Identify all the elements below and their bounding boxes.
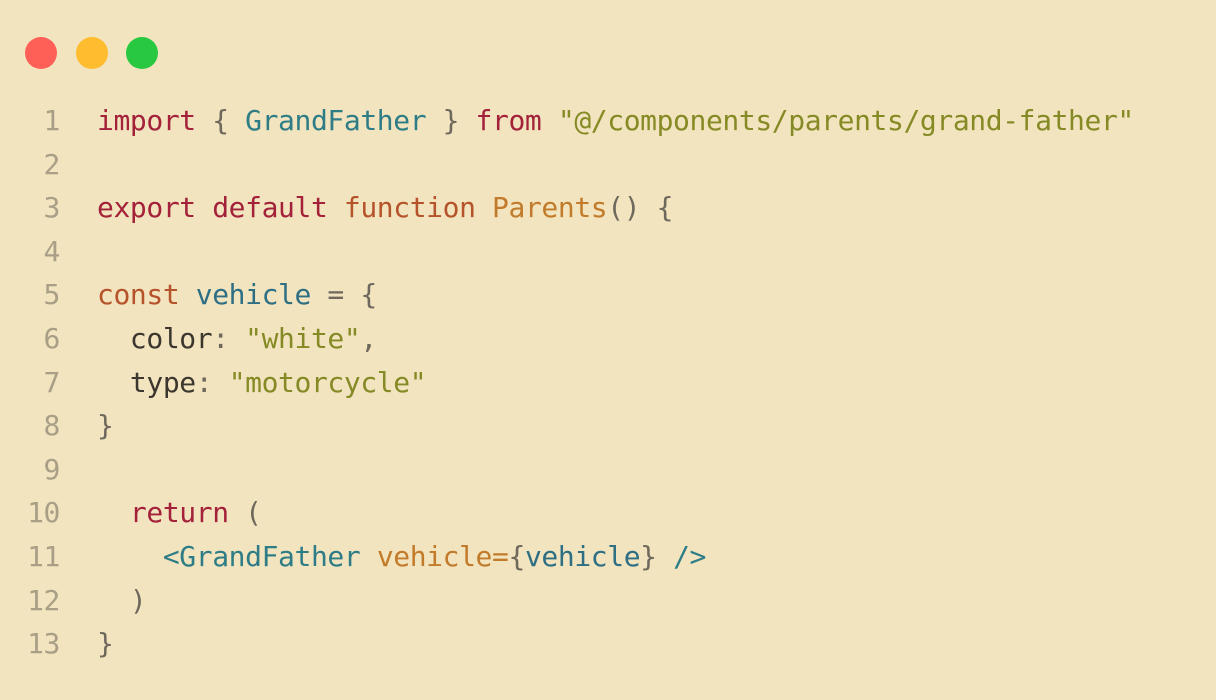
- line-number: 1: [43, 104, 61, 137]
- line-text: ): [97, 579, 147, 623]
- code-token: return: [129, 496, 229, 530]
- line-number: 8: [43, 409, 61, 443]
- line-text: }: [97, 404, 114, 448]
- zoom-dot[interactable]: [126, 37, 158, 69]
- code-token: () {: [607, 191, 674, 225]
- code-token: "@/components/parents/grand-father": [557, 104, 1134, 137]
- code-token: default: [212, 191, 328, 225]
- line-text: type: "motorcycle": [97, 361, 427, 405]
- code-token: function: [343, 191, 476, 225]
- line-text: color: "white",: [97, 317, 377, 361]
- code-token: = {: [310, 278, 377, 312]
- code-token: ,: [360, 321, 377, 355]
- code-token: }: [97, 409, 114, 443]
- code-token: {: [508, 539, 525, 573]
- line-number: 6: [43, 321, 61, 355]
- code-token: <GrandFather: [162, 539, 361, 573]
- line-text: }: [97, 622, 114, 666]
- code-token: }: [640, 539, 657, 573]
- minimize-dot[interactable]: [76, 37, 108, 69]
- line-text: <GrandFather vehicle={vehicle} />: [97, 535, 707, 579]
- code-token: export: [97, 191, 196, 225]
- code-token: from: [475, 104, 542, 137]
- line-number: 7: [43, 365, 61, 399]
- code-token: (: [228, 496, 262, 530]
- line-number: 3: [43, 191, 61, 225]
- close-dot[interactable]: [25, 37, 57, 69]
- line-number: 13: [27, 627, 60, 661]
- line-number: 5: [43, 278, 61, 312]
- code-token: vehicle: [376, 539, 493, 573]
- code-token: :: [212, 321, 246, 355]
- code-token: import: [97, 104, 196, 137]
- line-text: return (: [97, 491, 262, 535]
- line-text: export default function Parents() {: [97, 186, 673, 230]
- code-token: type: [129, 365, 196, 399]
- code-token: }: [426, 104, 476, 137]
- line-text: import { GrandFather } from "@/component…: [97, 99, 1134, 143]
- code-token: Parents: [492, 191, 608, 225]
- code-token: vehicle: [195, 278, 312, 312]
- line-text: const vehicle = {: [97, 273, 377, 317]
- code-token: color: [129, 321, 213, 355]
- line-number: 2: [43, 147, 61, 181]
- code-token: vehicle: [524, 539, 641, 573]
- code-token: "motorcycle": [228, 365, 427, 399]
- code-token: const: [97, 278, 180, 312]
- code-token: ): [97, 583, 147, 617]
- line-number: 11: [27, 539, 60, 573]
- code-token: {: [195, 104, 246, 137]
- code-token: GrandFather: [245, 104, 427, 137]
- code-token: "white": [245, 321, 361, 355]
- code-token: }: [97, 627, 114, 661]
- code-token: />: [673, 539, 707, 573]
- line-number: 9: [43, 452, 61, 486]
- line-number: 12: [27, 583, 60, 617]
- code-token: =: [492, 539, 509, 573]
- line-number: 10: [27, 496, 60, 530]
- code-window: 1 import { GrandFather } from "@/componen…: [0, 0, 1216, 700]
- code-token: :: [195, 365, 229, 399]
- line-number: 4: [43, 234, 61, 268]
